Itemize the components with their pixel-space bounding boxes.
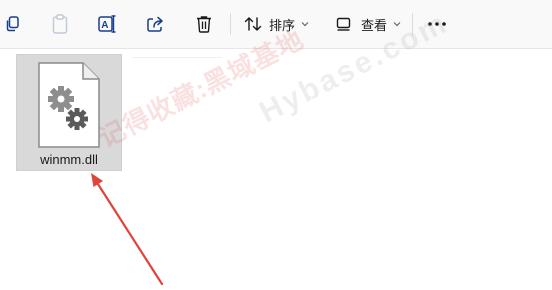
chevron-down-icon [393, 21, 401, 27]
delete-button[interactable] [192, 9, 216, 39]
command-bar: A 排序 查看 [0, 0, 552, 49]
sort-icon [244, 16, 262, 32]
paste-button[interactable] [48, 9, 72, 39]
more-icon [428, 22, 446, 26]
delete-icon [196, 15, 212, 33]
paste-icon [52, 14, 68, 34]
toolbar-divider [230, 13, 231, 35]
rename-button[interactable]: A [96, 9, 118, 39]
rename-icon: A [97, 14, 117, 34]
more-options-button[interactable] [424, 9, 450, 39]
share-button[interactable] [144, 9, 168, 39]
chevron-down-icon [301, 21, 309, 27]
dll-file-gear-icon [37, 61, 101, 154]
sort-button[interactable]: 排序 [244, 9, 312, 39]
sort-label: 排序 [269, 17, 296, 33]
view-button[interactable]: 查看 [336, 9, 404, 39]
view-icon [336, 17, 352, 31]
svg-text:A: A [101, 20, 108, 31]
copy-button[interactable] [4, 9, 20, 39]
file-view-area[interactable]: winmm.dll [0, 49, 552, 290]
copy-icon [5, 16, 19, 32]
share-icon [146, 15, 166, 33]
toolbar-divider [412, 13, 413, 35]
file-name-label: winmm.dll [40, 152, 98, 167]
file-item-winmm-dll[interactable]: winmm.dll [16, 54, 122, 171]
view-label: 查看 [361, 17, 388, 33]
selection-guide-line [132, 57, 222, 58]
